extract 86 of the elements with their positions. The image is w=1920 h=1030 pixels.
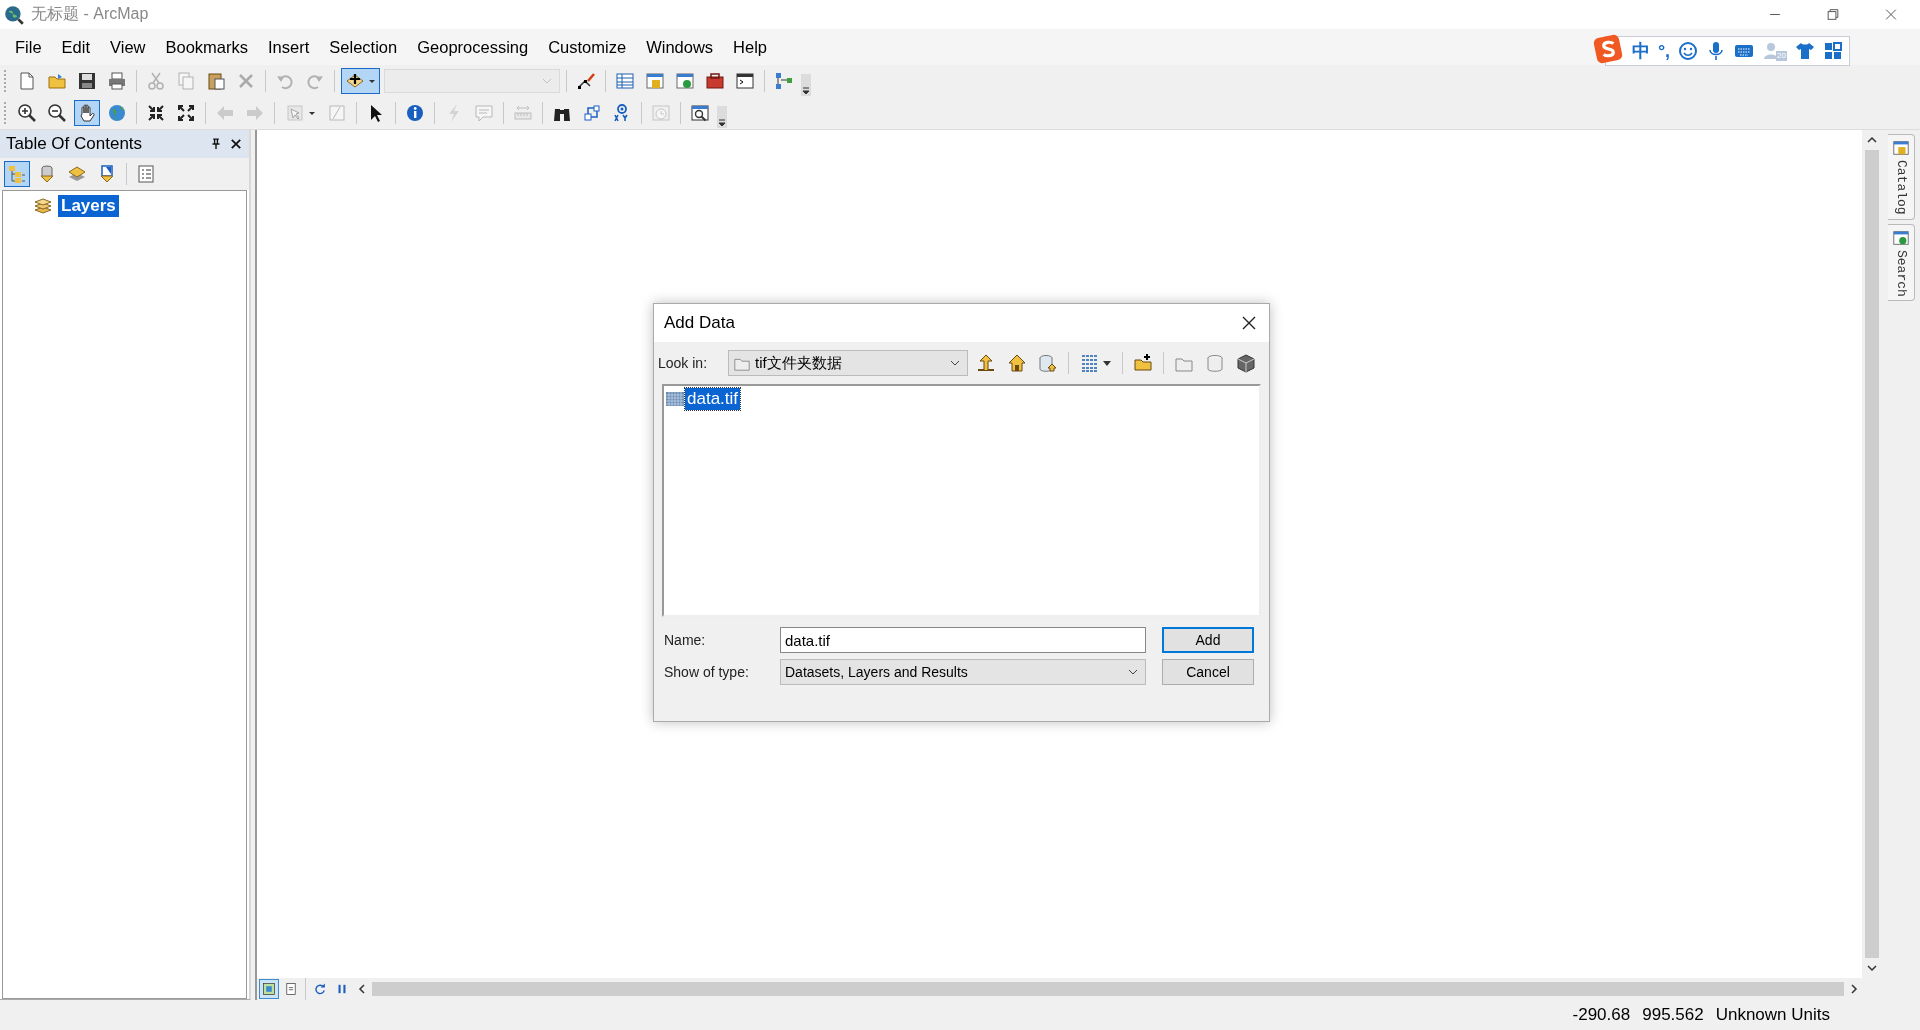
map-frame-icon [262,982,276,996]
toolbox-icon [705,71,725,91]
menu-item[interactable]: View [101,33,155,61]
nodes-icon [582,103,602,123]
menu-item[interactable]: Windows [637,33,723,61]
terminal-window-icon [735,71,755,91]
dock-tab[interactable]: Search [1888,223,1915,302]
arrow-right-icon [245,103,265,123]
paste-icon [206,71,226,91]
table-icon [615,71,635,91]
add-data-button[interactable] [341,68,380,94]
file-list[interactable]: data.tif [662,384,1261,617]
magnifier-window-icon [690,103,710,123]
zoom-out-icon [47,103,67,123]
dock-tab[interactable]: Catalog [1888,134,1915,220]
data-view-button[interactable] [259,979,279,999]
raster-grid-icon [665,389,685,409]
look-in-dropdown[interactable]: tif文件夹数据 [728,350,969,376]
up-folder-icon [976,353,997,373]
layer-stack-icon [67,164,87,184]
shirt-icon[interactable] [1795,41,1815,61]
app-globe-icon [3,3,25,26]
new-folder-icon [1133,353,1154,373]
x-coordinate: -290.68 [1572,1005,1631,1025]
look-in-label: Look in: [658,355,708,371]
pan-button[interactable] [74,100,100,126]
cube-icon [1236,353,1257,373]
diagram-icon [774,71,794,91]
search-window-icon [675,71,695,91]
arrows-out-icon [176,103,196,123]
globe-icon [107,103,127,123]
edit-line-icon [576,71,596,91]
cylinder-icon [1205,353,1226,373]
menu-item[interactable]: File [6,33,51,61]
clear-frame-icon [327,103,347,123]
type-label: Show of type: [664,664,750,680]
input-mode-toggle[interactable]: 中 [1631,39,1650,63]
layers-stack-icon [33,196,53,216]
menu-item[interactable]: Customize [539,33,636,61]
select-map-icon [285,103,305,123]
panel-title: Table Of Contents [6,134,144,154]
arrows-in-icon [146,103,166,123]
printer-icon [107,71,127,91]
catalog-window-icon [645,71,665,91]
refresh-icon [313,982,327,996]
list-by-drawing-order-button[interactable] [4,161,30,187]
zoom-in-icon [17,103,37,123]
cancel-button[interactable]: Cancel [1162,659,1254,685]
options-list-icon [136,164,156,184]
layer-tree-icon [7,164,27,184]
grid-icon[interactable] [1823,41,1843,61]
punctuation-toggle[interactable]: °, [1657,40,1671,62]
menu-item[interactable]: Help [724,33,776,61]
menu-item[interactable]: Insert [259,33,319,61]
page-icon [284,982,298,996]
add-button[interactable]: Add [1162,627,1254,653]
scissors-icon [146,71,166,91]
folder-icon [47,71,67,91]
clock-icon [651,103,671,123]
layers-item[interactable]: Layers [58,195,119,217]
ruler-icon [513,103,533,123]
catalog-window-icon [1892,139,1910,157]
name-field[interactable]: data.tif [780,627,1146,653]
window-title: 无标题 - ArcMap [31,4,149,24]
document-icon [17,71,37,91]
menu-item[interactable]: Bookmarks [156,33,258,61]
smiley-icon[interactable] [1678,41,1699,61]
info-icon [405,103,425,123]
floppy-icon [77,71,97,91]
overflow-icon[interactable] [801,74,811,96]
dialog-title: Add Data [664,313,735,333]
close-icon[interactable] [229,137,243,151]
copy-icon [176,71,196,91]
type-dropdown[interactable]: Datasets, Layers and Results [780,659,1146,685]
house-icon [1007,353,1028,373]
database-house-icon [1038,353,1059,373]
overflow-icon[interactable] [717,106,727,128]
menu-item[interactable]: Edit [52,33,100,61]
name-label: Name: [664,632,707,648]
speech-icon [474,103,494,123]
raster-dataset-item[interactable]: data.tif [685,388,741,410]
menu-item[interactable]: Selection [320,33,407,61]
map-units: Unknown Units [1715,1005,1830,1025]
y-coordinate: 995.562 [1642,1005,1704,1025]
search-window-icon [1892,228,1910,247]
menu-item[interactable]: Geoprocessing [408,33,538,61]
